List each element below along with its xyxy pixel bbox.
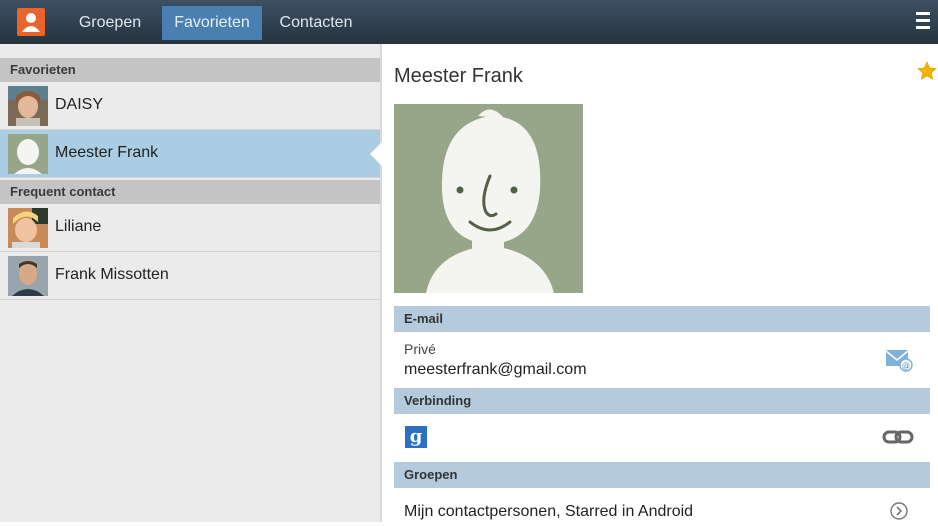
email-type-label: Privé <box>404 341 436 357</box>
list-item-liliane[interactable]: Liliane <box>0 204 380 252</box>
svg-text:@: @ <box>902 361 910 370</box>
section-header-groups: Groepen <box>394 462 930 488</box>
tab-groepen[interactable]: Groepen <box>62 6 158 40</box>
avatar <box>8 134 48 174</box>
section-header-email: E-mail <box>394 306 930 332</box>
google-account-icon[interactable]: g <box>405 426 427 448</box>
tab-contacten[interactable]: Contacten <box>266 6 366 40</box>
send-email-icon[interactable]: @ <box>885 348 913 372</box>
section-header-frequent: Frequent contact <box>0 180 380 204</box>
favorite-star-icon[interactable] <box>916 60 938 82</box>
section-header-connection: Verbinding <box>394 388 930 414</box>
avatar <box>8 86 48 126</box>
tab-favorieten[interactable]: Favorieten <box>162 6 262 40</box>
contact-title: Meester Frank <box>394 65 523 87</box>
contact-name: Liliane <box>55 218 102 235</box>
chevron-right-icon[interactable] <box>889 501 909 521</box>
selection-pointer <box>370 142 382 166</box>
contact-name: DAISY <box>55 96 104 113</box>
contact-name: Meester Frank <box>55 144 159 161</box>
avatar <box>8 256 48 296</box>
contact-photo[interactable] <box>394 104 583 293</box>
list-item-daisy[interactable]: DAISY <box>0 82 380 130</box>
section-header-favorites: Favorieten <box>0 58 380 82</box>
link-icon[interactable] <box>882 428 914 446</box>
groups-value[interactable]: Mijn contactpersonen, Starred in Android <box>404 503 693 521</box>
contacts-app-icon[interactable] <box>17 8 45 36</box>
email-address[interactable]: meesterfrank@gmail.com <box>404 361 587 379</box>
list-item-meester-frank[interactable]: Meester Frank <box>0 130 380 178</box>
avatar <box>8 208 48 248</box>
menu-icon[interactable] <box>916 12 934 34</box>
list-item-frank-missotten[interactable]: Frank Missotten <box>0 252 380 300</box>
contact-name: Frank Missotten <box>55 266 169 283</box>
